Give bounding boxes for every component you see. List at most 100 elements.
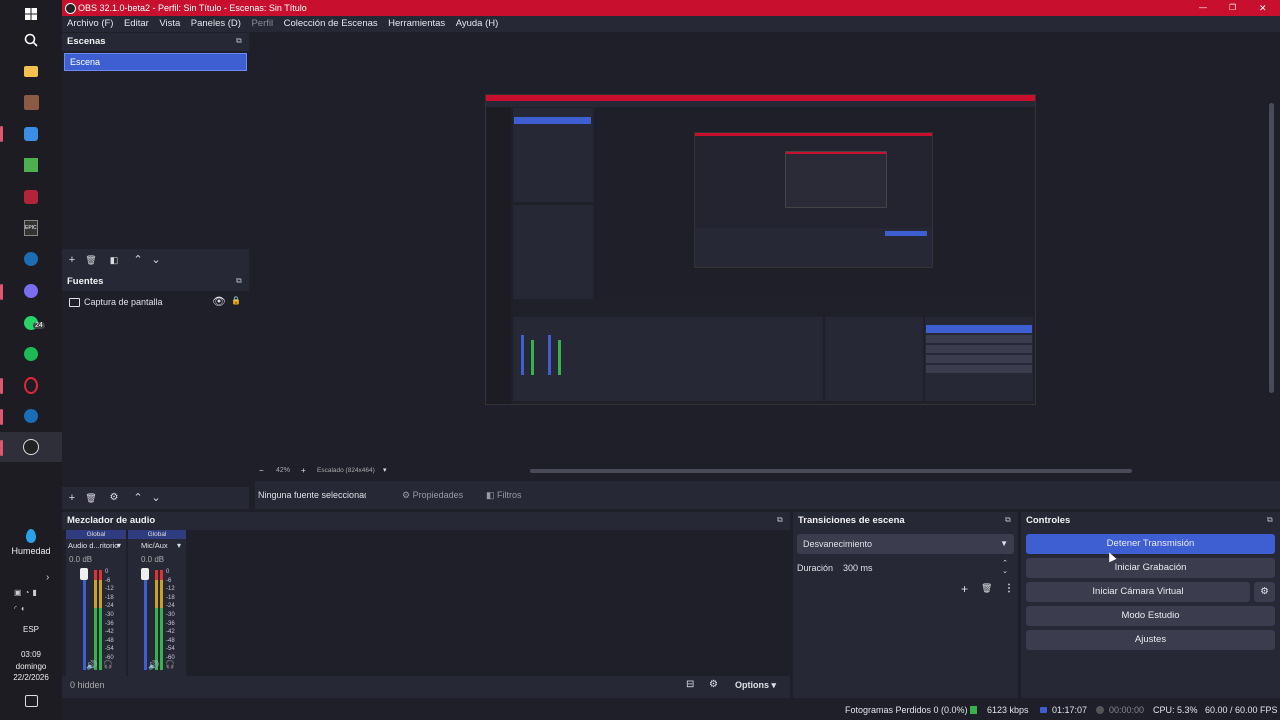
transition-selected: Desvanecimiento	[803, 539, 873, 549]
volume-slider[interactable]	[144, 570, 147, 670]
vivaldi-icon[interactable]	[19, 185, 43, 209]
menu-coleccion[interactable]: Colección de Escenas	[284, 16, 378, 32]
filters-button[interactable]: ◧ Filtros	[486, 481, 522, 509]
scene-up-button[interactable]: ⌃	[131, 253, 145, 267]
source-item-label: Captura de pantalla	[84, 297, 163, 307]
scale-dropdown-icon[interactable]: ▾	[383, 463, 387, 479]
menu-vista[interactable]: Vista	[159, 16, 180, 32]
menu-paneles[interactable]: Paneles (D)	[191, 16, 241, 32]
zoom-in-button[interactable]: +	[301, 463, 306, 479]
add-scene-button[interactable]: +	[65, 253, 79, 267]
speaker-icon[interactable]: 🔊	[148, 660, 159, 671]
notification-icon[interactable]	[25, 695, 38, 707]
photo-app-icon[interactable]	[19, 90, 43, 114]
remove-scene-button[interactable]: 🗑	[84, 253, 98, 267]
close-button[interactable]: ✕	[1259, 0, 1267, 16]
gear-icon[interactable]: ⚙	[107, 491, 121, 505]
source-up-button[interactable]: ⌃	[131, 491, 145, 505]
preview-area[interactable]	[255, 33, 1280, 463]
source-down-button[interactable]: ⌄	[149, 491, 163, 505]
chevron-right-icon[interactable]: ›	[46, 572, 49, 583]
preview-canvas	[485, 94, 1036, 405]
discord-icon[interactable]	[19, 279, 43, 303]
spin-down-icon[interactable]: ⌄	[1002, 567, 1008, 575]
zoom-out-button[interactable]: −	[259, 463, 264, 479]
source-item[interactable]: Captura de pantalla 👁 🔒	[62, 293, 249, 311]
dropped-frames: Fotogramas Perdidos 0 (0.0%)	[845, 705, 968, 715]
windows-start-icon[interactable]	[19, 2, 43, 26]
preview-scrollbar-h[interactable]	[530, 469, 1132, 473]
scale-mode[interactable]: Escalado (824x464)	[317, 463, 375, 479]
lock-icon[interactable]: 🔒	[231, 296, 241, 305]
tray-icons-2[interactable]: ◜◖	[14, 604, 28, 613]
tray-icons[interactable]: ▣◔▮	[14, 588, 40, 597]
advanced-audio-icon[interactable]: ⚙	[709, 679, 718, 690]
clock-time[interactable]: 03:09	[0, 650, 62, 659]
virtual-camera-settings-button[interactable]: ⚙	[1254, 582, 1275, 602]
dock-float-icon[interactable]: ⧉	[1005, 515, 1014, 524]
steam-icon[interactable]	[19, 247, 43, 271]
bitrate: 6123 kbps	[987, 705, 1029, 715]
sources-list[interactable]: Captura de pantalla 👁 🔒	[62, 291, 249, 487]
volume-handle[interactable]	[80, 568, 88, 580]
scene-down-button[interactable]: ⌄	[149, 253, 163, 267]
minimize-button[interactable]: —	[1199, 0, 1207, 16]
visibility-eye-icon[interactable]: 👁	[212, 295, 226, 308]
fps: 60.00 / 60.00 FPS	[1205, 705, 1278, 715]
stop-streaming-button[interactable]: Detener Transmisión	[1026, 534, 1275, 554]
channel-menu-icon[interactable]: ▾	[177, 541, 181, 550]
dock-float-icon[interactable]: ⧉	[777, 515, 786, 524]
headphones-icon[interactable]: 🎧	[165, 660, 175, 669]
preview-scrollbar-v[interactable]	[1269, 103, 1274, 393]
menu-editar[interactable]: Editar	[124, 16, 149, 32]
properties-button[interactable]: ⚙ Propiedades	[402, 481, 463, 509]
start-virtual-camera-button[interactable]: Iniciar Cámara Virtual	[1026, 582, 1250, 602]
spin-up-icon[interactable]: ⌃	[1002, 559, 1008, 567]
obs-icon[interactable]	[19, 435, 43, 459]
bitrate-indicator-icon	[970, 706, 977, 714]
volume-handle[interactable]	[141, 568, 149, 580]
language-indicator[interactable]: ESP	[0, 625, 62, 634]
minecraft-icon[interactable]	[19, 153, 43, 177]
menu-herramientas[interactable]: Herramientas	[388, 16, 445, 32]
search-icon[interactable]	[19, 28, 43, 52]
options-label: Options	[735, 680, 769, 690]
mixer-options-button[interactable]: Options ▾	[735, 680, 776, 691]
clock-date[interactable]: 22/2/2026	[0, 673, 62, 682]
layout-toggle-icon[interactable]: ⊟	[686, 679, 694, 690]
channel-tag: Global	[66, 530, 126, 539]
scene-item[interactable]: Escena	[64, 53, 247, 71]
store-icon[interactable]	[19, 122, 43, 146]
add-transition-button[interactable]: +	[961, 582, 968, 596]
file-explorer-icon[interactable]	[19, 59, 43, 83]
scenes-list[interactable]: Escena	[62, 51, 249, 249]
dock-float-icon[interactable]: ⧉	[1267, 515, 1276, 524]
remove-source-button[interactable]: 🗑	[84, 491, 98, 505]
menu-ayuda[interactable]: Ayuda (H)	[456, 16, 499, 32]
steam-icon-2[interactable]	[19, 404, 43, 428]
scene-filters-button[interactable]: ◧	[107, 253, 121, 267]
speaker-icon[interactable]: 🔊	[86, 660, 97, 671]
more-options-icon[interactable]: ⋮	[1004, 583, 1014, 594]
volume-slider[interactable]	[83, 570, 86, 670]
add-source-button[interactable]: +	[65, 491, 79, 505]
dock-float-icon[interactable]: ⧉	[236, 276, 245, 285]
menu-archivo[interactable]: Archivo (F)	[67, 16, 113, 32]
clock-day[interactable]: domingo	[0, 662, 62, 671]
opera-icon[interactable]	[19, 373, 43, 397]
start-recording-button[interactable]: Iniciar Grabación	[1026, 558, 1275, 578]
remove-transition-button[interactable]: 🗑	[981, 583, 992, 594]
epic-games-icon[interactable]: EPIC	[19, 216, 43, 240]
channel-menu-icon[interactable]: ▾	[117, 541, 121, 550]
spotify-icon[interactable]	[19, 342, 43, 366]
menu-perfil[interactable]: Perfil	[251, 16, 273, 32]
settings-button[interactable]: Ajustes	[1026, 630, 1275, 650]
transition-select[interactable]: Desvanecimiento ▼	[797, 534, 1014, 554]
headphones-icon[interactable]: 🎧	[103, 660, 113, 669]
restore-button[interactable]: ❐	[1229, 0, 1236, 16]
dock-float-icon[interactable]: ⧉	[236, 36, 245, 45]
duration-spinbox[interactable]: 300 ms ⌃ ⌄	[837, 558, 1014, 578]
studio-mode-button[interactable]: Modo Estudio	[1026, 606, 1275, 626]
obs-logo-icon	[65, 3, 76, 14]
menu-bar: Archivo (F) Editar Vista Paneles (D) Per…	[62, 16, 1280, 32]
